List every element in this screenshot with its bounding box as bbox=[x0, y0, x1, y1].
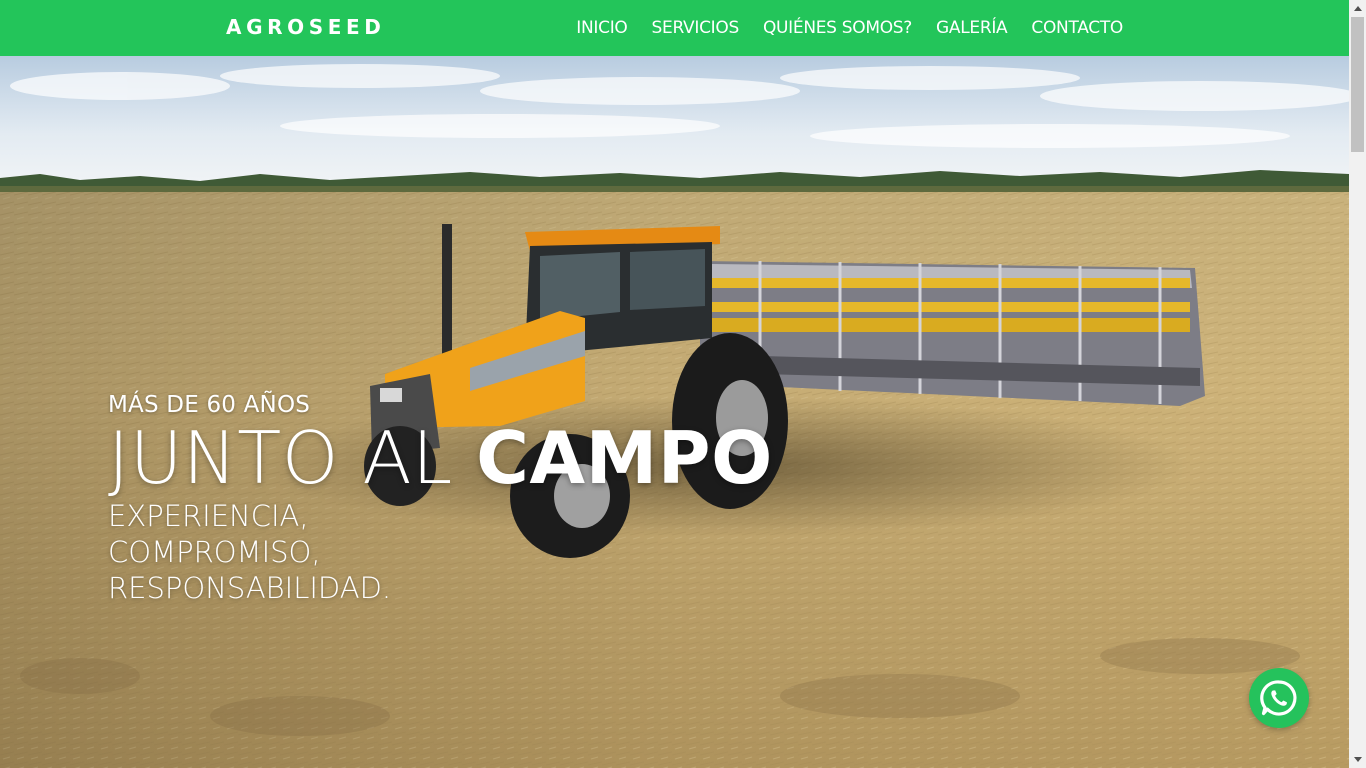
whatsapp-button[interactable] bbox=[1249, 668, 1309, 728]
nav-item-servicios[interactable]: SERVICIOS bbox=[652, 18, 740, 38]
nav-item-inicio[interactable]: INICIO bbox=[576, 18, 628, 38]
site-header: AGROSEED INICIO SERVICIOS QUIÉNES SOMOS?… bbox=[0, 0, 1349, 56]
hero-tagline-line: RESPONSABILIDAD. bbox=[108, 571, 392, 605]
brand-logo[interactable]: AGROSEED bbox=[226, 15, 385, 39]
hero-headline: JUNTO AL CAMPO bbox=[108, 422, 773, 494]
vertical-scrollbar[interactable] bbox=[1349, 0, 1366, 768]
scroll-down-arrow[interactable] bbox=[1349, 751, 1366, 768]
scrollbar-thumb[interactable] bbox=[1351, 17, 1364, 152]
hero-text-block: MÁS DE 60 AÑOS JUNTO AL CAMPO EXPERIENCI… bbox=[108, 392, 773, 606]
whatsapp-icon bbox=[1260, 680, 1297, 716]
nav-item-quienes-somos[interactable]: QUIÉNES SOMOS? bbox=[763, 18, 912, 38]
hero-section: MÁS DE 60 AÑOS JUNTO AL CAMPO EXPERIENCI… bbox=[0, 56, 1349, 768]
hero-tagline: EXPERIENCIA, COMPROMISO, RESPONSABILIDAD… bbox=[108, 498, 773, 606]
hero-tagline-line: EXPERIENCIA, bbox=[108, 499, 309, 533]
hero-headline-bold: CAMPO bbox=[476, 416, 773, 500]
page: AGROSEED INICIO SERVICIOS QUIÉNES SOMOS?… bbox=[0, 0, 1349, 768]
scroll-up-arrow[interactable] bbox=[1349, 0, 1366, 17]
hero-eyebrow: MÁS DE 60 AÑOS bbox=[108, 392, 311, 418]
nav-item-galeria[interactable]: GALERÍA bbox=[936, 18, 1008, 38]
main-nav: INICIO SERVICIOS QUIÉNES SOMOS? GALERÍA … bbox=[576, 18, 1123, 38]
hero-headline-thin: JUNTO AL bbox=[108, 416, 477, 500]
hero-tagline-line: COMPROMISO, bbox=[108, 535, 321, 569]
nav-item-contacto[interactable]: CONTACTO bbox=[1031, 18, 1123, 38]
